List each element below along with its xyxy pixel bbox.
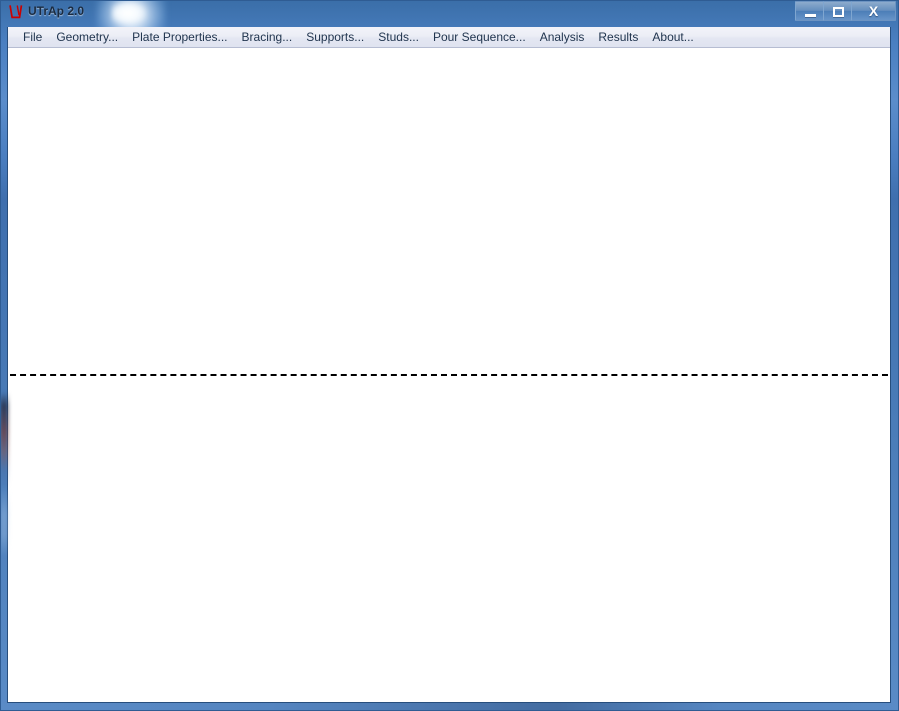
bottom-frame-sheen <box>0 703 899 711</box>
close-button[interactable]: X <box>851 1 896 21</box>
title-bar[interactable]: UTrAp 2.0 X <box>0 0 899 27</box>
window-title: UTrAp 2.0 <box>28 4 85 18</box>
menu-item-pour-sequence[interactable]: Pour Sequence... <box>426 28 533 47</box>
maximize-icon <box>833 7 844 17</box>
close-icon: X <box>868 3 879 19</box>
main-content-area[interactable] <box>8 49 890 702</box>
menu-bar: File Geometry... Plate Properties... Bra… <box>8 27 890 48</box>
maximize-button[interactable] <box>823 1 852 21</box>
minimize-icon <box>805 14 816 17</box>
application-window: UTrAp 2.0 X File Geometry... Plate Prope… <box>0 0 899 711</box>
minimize-button[interactable] <box>795 1 824 21</box>
upper-drawing-panel[interactable] <box>8 49 890 374</box>
menu-item-studs[interactable]: Studs... <box>371 28 426 47</box>
utrap-logo-icon <box>7 4 24 21</box>
menu-item-file[interactable]: File <box>16 28 49 47</box>
menu-item-geometry[interactable]: Geometry... <box>49 28 125 47</box>
title-bar-glow-core <box>112 2 146 24</box>
menu-item-about[interactable]: About... <box>645 28 700 47</box>
menu-item-analysis[interactable]: Analysis <box>533 28 592 47</box>
menu-item-bracing[interactable]: Bracing... <box>235 28 300 47</box>
menu-item-plate-properties[interactable]: Plate Properties... <box>125 28 234 47</box>
menu-item-results[interactable]: Results <box>591 28 645 47</box>
menu-item-supports[interactable]: Supports... <box>299 28 371 47</box>
lower-drawing-panel[interactable] <box>8 376 890 702</box>
client-area: File Geometry... Plate Properties... Bra… <box>7 27 891 703</box>
window-controls: X <box>795 1 896 21</box>
title-bar-glow <box>96 0 166 27</box>
